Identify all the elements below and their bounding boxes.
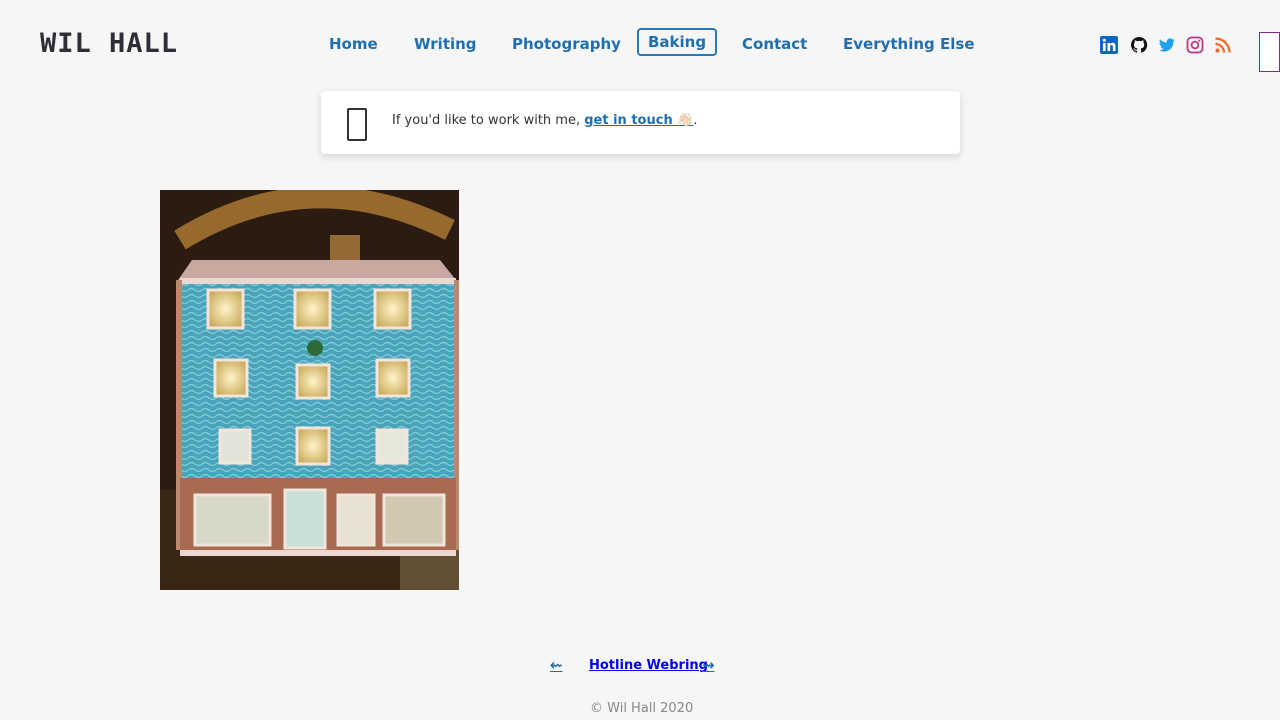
webring-next-arrow-icon[interactable]: ⇝	[702, 656, 715, 674]
get-in-touch-link[interactable]: get in touch 👋🏻	[584, 113, 693, 128]
notice-text-before: If you'd like to work with me,	[392, 113, 585, 128]
rss-icon[interactable]	[1212, 33, 1234, 57]
gingerbread-house-image[interactable]	[160, 190, 459, 590]
contact-notice: If you'd like to work with me, get in to…	[321, 91, 960, 154]
nav-everything-else[interactable]: Everything Else	[840, 31, 978, 57]
instagram-icon[interactable]	[1184, 33, 1206, 57]
nav-home[interactable]: Home	[326, 31, 381, 57]
github-icon[interactable]	[1128, 33, 1150, 57]
footer-copyright: © Wil Hall 2020	[590, 701, 694, 716]
notice-text: If you'd like to work with me, get in to…	[392, 113, 698, 128]
nav-writing[interactable]: Writing	[411, 31, 480, 57]
menu-toggle-button[interactable]	[1259, 32, 1280, 72]
hotline-webring: ⇜ Hotline Webring ⇝	[550, 654, 732, 680]
webring-prev-arrow-icon[interactable]: ⇜	[550, 656, 563, 674]
notice-icon	[347, 108, 367, 141]
notice-text-after: .	[693, 113, 698, 128]
linkedin-icon[interactable]	[1098, 33, 1120, 57]
webring-link[interactable]: Hotline Webring	[589, 658, 708, 673]
gallery-item[interactable]	[148, 189, 459, 637]
gingerbread-house-illustration	[160, 190, 459, 590]
nav-contact[interactable]: Contact	[739, 31, 810, 57]
twitter-icon[interactable]	[1156, 33, 1178, 57]
site-logo[interactable]: WIL HALL	[40, 28, 178, 59]
nav-baking[interactable]: Baking	[637, 28, 718, 56]
nav-photography[interactable]: Photography	[509, 31, 624, 57]
